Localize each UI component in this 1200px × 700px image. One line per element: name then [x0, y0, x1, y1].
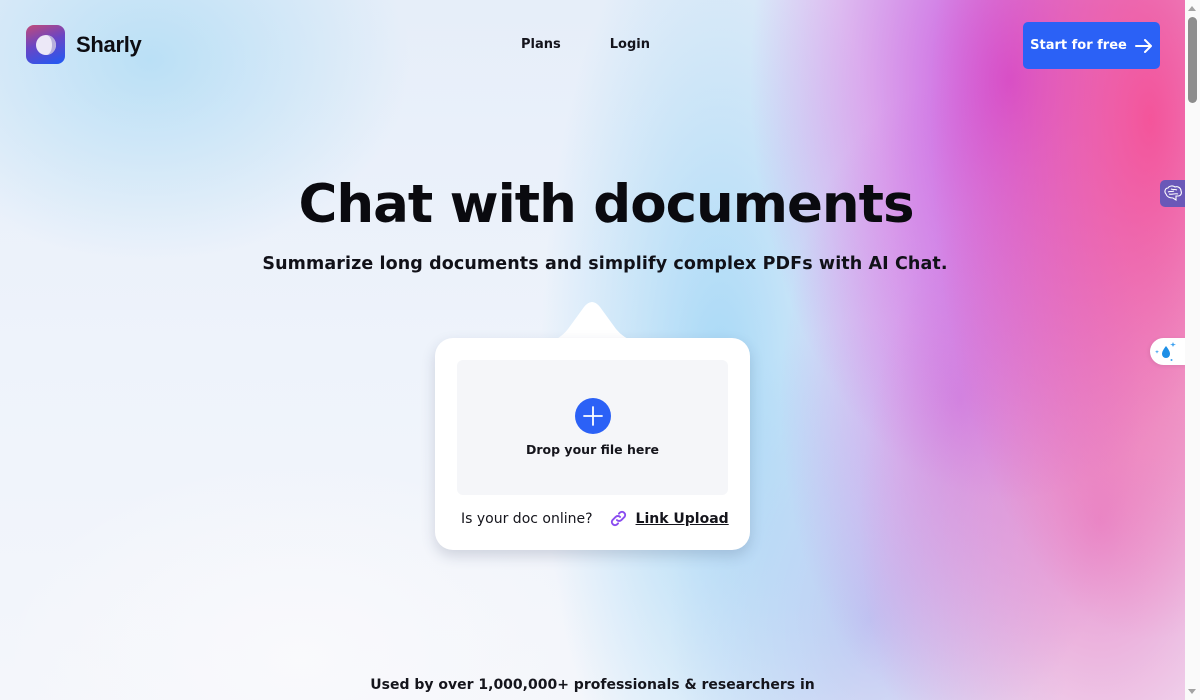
file-dropzone[interactable]: Drop your file here: [457, 360, 728, 495]
main-nav: Plans Login: [521, 37, 650, 52]
nav-login[interactable]: Login: [610, 37, 650, 52]
link-upload-row: Is your doc online? Link Upload: [461, 509, 729, 528]
scroll-up-arrow-icon[interactable]: [1188, 6, 1196, 11]
start-for-free-button[interactable]: Start for free: [1023, 22, 1160, 69]
water-drop-widget-button[interactable]: [1150, 338, 1185, 365]
brand-logo[interactable]: Sharly: [26, 25, 142, 64]
card-notch: [548, 302, 638, 343]
page-background: Sharly Plans Login Start for free Chat w…: [0, 0, 1185, 700]
arrow-right-icon: [1134, 38, 1152, 53]
link-icon: [610, 510, 626, 527]
drop-file-label: Drop your file here: [526, 442, 659, 457]
add-file-button[interactable]: [574, 398, 611, 434]
hero-subtitle: Summarize long documents and simplify co…: [262, 254, 948, 274]
page-scrollbar[interactable]: [1185, 0, 1200, 700]
brain-icon: [1164, 185, 1182, 202]
hero-title: Chat with documents: [298, 174, 914, 235]
plus-icon: [582, 406, 603, 426]
brand-name: Sharly: [76, 31, 142, 57]
scroll-down-arrow-icon[interactable]: [1188, 689, 1196, 694]
start-for-free-label: Start for free: [1030, 38, 1127, 53]
nav-plans[interactable]: Plans: [521, 37, 561, 52]
doc-online-question: Is your doc online?: [461, 510, 593, 527]
brain-widget-button[interactable]: [1160, 180, 1185, 207]
scrollbar-thumb[interactable]: [1188, 17, 1197, 103]
social-proof-text: Used by over 1,000,000+ professionals & …: [370, 677, 815, 693]
logo-icon: [26, 25, 65, 64]
water-drop-sparkle-icon: [1155, 341, 1176, 361]
link-upload-button[interactable]: Link Upload: [636, 511, 729, 527]
upload-card: Drop your file here Is your doc online? …: [435, 338, 750, 550]
